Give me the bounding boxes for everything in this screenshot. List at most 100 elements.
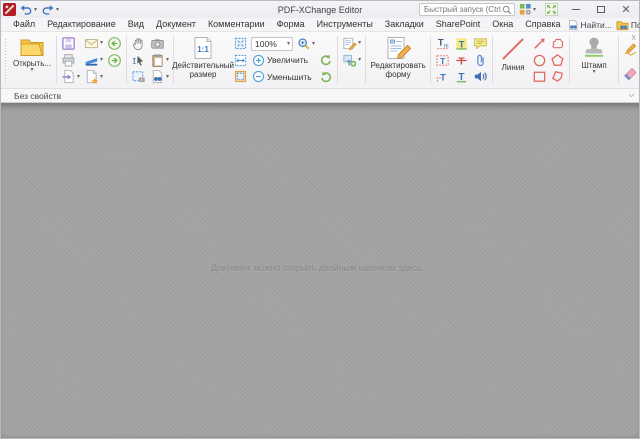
fit-page-button[interactable] [233, 35, 248, 52]
rotate-ccw-icon [319, 53, 333, 67]
zoom-out-icon [252, 70, 265, 83]
close-button[interactable]: ✕ [615, 3, 637, 17]
paste-button[interactable]: ▾ [149, 52, 170, 69]
line-tool-button[interactable]: Линия [496, 35, 530, 85]
toolbar-grip[interactable] [4, 38, 8, 82]
fit-page-icon [234, 37, 247, 50]
sound-icon [473, 69, 488, 84]
email-button[interactable]: ▾ [83, 35, 104, 52]
new-document-button[interactable]: ▾ [83, 68, 104, 85]
rectangle-tool-button[interactable] [531, 68, 548, 85]
stamp-dropdown-icon: ▾ [593, 70, 596, 75]
add-content-button[interactable]: T ▾ [341, 52, 362, 69]
underline-text-button[interactable]: T [453, 68, 470, 85]
fullscreen-button[interactable] [540, 3, 562, 17]
close-icon: ✕ [621, 5, 630, 15]
menu-bookmarks[interactable]: Закладки [379, 18, 430, 31]
properties-bar-collapse-icon[interactable]: ᨆ [629, 92, 635, 99]
menu-edit[interactable]: Редактирование [41, 18, 122, 31]
zoom-out-button[interactable]: Уменьшить [251, 69, 316, 86]
polygon-tool-button[interactable] [549, 68, 566, 85]
text-box-icon: T [435, 53, 450, 68]
zoom-level-dropdown-icon: ▾ [287, 41, 290, 47]
edit-text-tool-button[interactable]: Tm [434, 35, 451, 52]
stamp-button[interactable]: Штамп ▾ [573, 35, 615, 85]
forward-icon [107, 53, 122, 68]
paste-dropdown-icon: ▾ [166, 57, 169, 63]
open-button[interactable]: Открыть... ▾ [11, 35, 53, 85]
undo-button[interactable]: ▾ [18, 1, 38, 18]
typewriter-icon: T [435, 69, 450, 84]
svg-text:T: T [458, 56, 465, 67]
scan-button[interactable]: ▾ [83, 52, 104, 69]
save-button[interactable] [60, 35, 81, 52]
edit-form-label: Редактировать форму [370, 61, 426, 79]
document-search-button[interactable]: ▾ [149, 68, 170, 85]
previous-view-button[interactable] [106, 35, 123, 52]
sticky-note-button[interactable] [472, 35, 489, 52]
export-dropdown-icon: ▾ [77, 74, 80, 80]
snapshot-tool-button[interactable] [130, 68, 147, 85]
menu-sharepoint[interactable]: SharePoint [430, 18, 487, 31]
export-button[interactable]: ▾ [60, 68, 81, 85]
sound-comment-button[interactable] [472, 68, 489, 85]
menu-bar: Файл Редактирование Вид Документ Коммент… [1, 18, 639, 32]
maximize-button[interactable] [590, 3, 612, 17]
menu-windows[interactable]: Окна [486, 18, 519, 31]
zoom-level-select[interactable]: 100% ▾ [251, 37, 293, 51]
arrow-tool-button[interactable] [531, 35, 548, 52]
edit-content-button[interactable]: ▾ [341, 35, 362, 52]
fit-visible-button[interactable] [233, 68, 248, 85]
rotate-cw-button[interactable] [318, 68, 334, 85]
group-stamp: Штамп ▾ [571, 34, 617, 86]
email-dropdown-icon: ▾ [100, 40, 103, 46]
svg-text:T: T [459, 39, 465, 49]
search-button[interactable]: Поиск... [616, 19, 640, 31]
oval-tool-button[interactable] [531, 52, 548, 69]
hand-tool-button[interactable] [130, 35, 147, 52]
typewriter-tool-button[interactable]: T [434, 68, 451, 85]
print-button[interactable] [60, 52, 81, 69]
attach-file-button[interactable] [472, 52, 489, 69]
group-zoom: 100% ▾ ▾ Увеличить Уменьшить [231, 34, 336, 86]
menu-document[interactable]: Документ [150, 18, 202, 31]
fit-width-button[interactable] [233, 52, 248, 69]
svg-text:T: T [438, 37, 444, 47]
group-draw [620, 34, 640, 86]
menu-form[interactable]: Форма [271, 18, 311, 31]
document-area[interactable]: Документ можно открыть двойным щелчком з… [1, 103, 639, 438]
highlight-text-button[interactable]: T [453, 35, 470, 52]
zoom-tool-dropdown-icon: ▾ [312, 41, 315, 47]
menu-help[interactable]: Справка [519, 18, 566, 31]
find-button[interactable]: Найти... [567, 19, 612, 31]
next-view-button[interactable] [106, 52, 123, 69]
rotate-ccw-button[interactable] [318, 52, 334, 69]
camera-button[interactable] [149, 35, 170, 52]
highlight-icon: T [454, 36, 469, 51]
customize-toolbars-button[interactable]: ▾ [518, 1, 537, 18]
add-text-icon: T [342, 53, 357, 68]
zoom-in-button[interactable]: Увеличить [251, 52, 316, 69]
select-icon [131, 53, 146, 68]
actual-size-button[interactable]: 1:1 Действительный размер [177, 35, 229, 85]
toolbar-collapse-icon[interactable]: ꓫ [631, 34, 636, 42]
select-tool-button[interactable] [130, 52, 147, 69]
redo-button[interactable]: ▾ [40, 1, 60, 18]
new-doc-dropdown-icon: ▾ [100, 74, 103, 80]
quick-launch-box[interactable] [419, 3, 515, 16]
text-box-tool-button[interactable]: T [434, 52, 451, 69]
menu-file[interactable]: Файл [7, 18, 41, 31]
menu-comments[interactable]: Комментарии [202, 18, 271, 31]
open-folder-icon [19, 36, 45, 58]
edit-form-button[interactable]: Редактировать форму [369, 35, 427, 85]
underline-icon: T [454, 69, 469, 84]
eraser-tool-button[interactable] [622, 61, 640, 85]
minimize-button[interactable] [565, 3, 587, 17]
menu-tools[interactable]: Инструменты [311, 18, 379, 31]
cloud-tool-button[interactable] [549, 35, 566, 52]
quick-launch-input[interactable] [424, 5, 502, 14]
menu-view[interactable]: Вид [122, 18, 150, 31]
strikeout-text-button[interactable]: T [453, 52, 470, 69]
zoom-tool-button[interactable]: ▾ [296, 35, 316, 52]
pentagon-tool-button[interactable] [549, 52, 566, 69]
